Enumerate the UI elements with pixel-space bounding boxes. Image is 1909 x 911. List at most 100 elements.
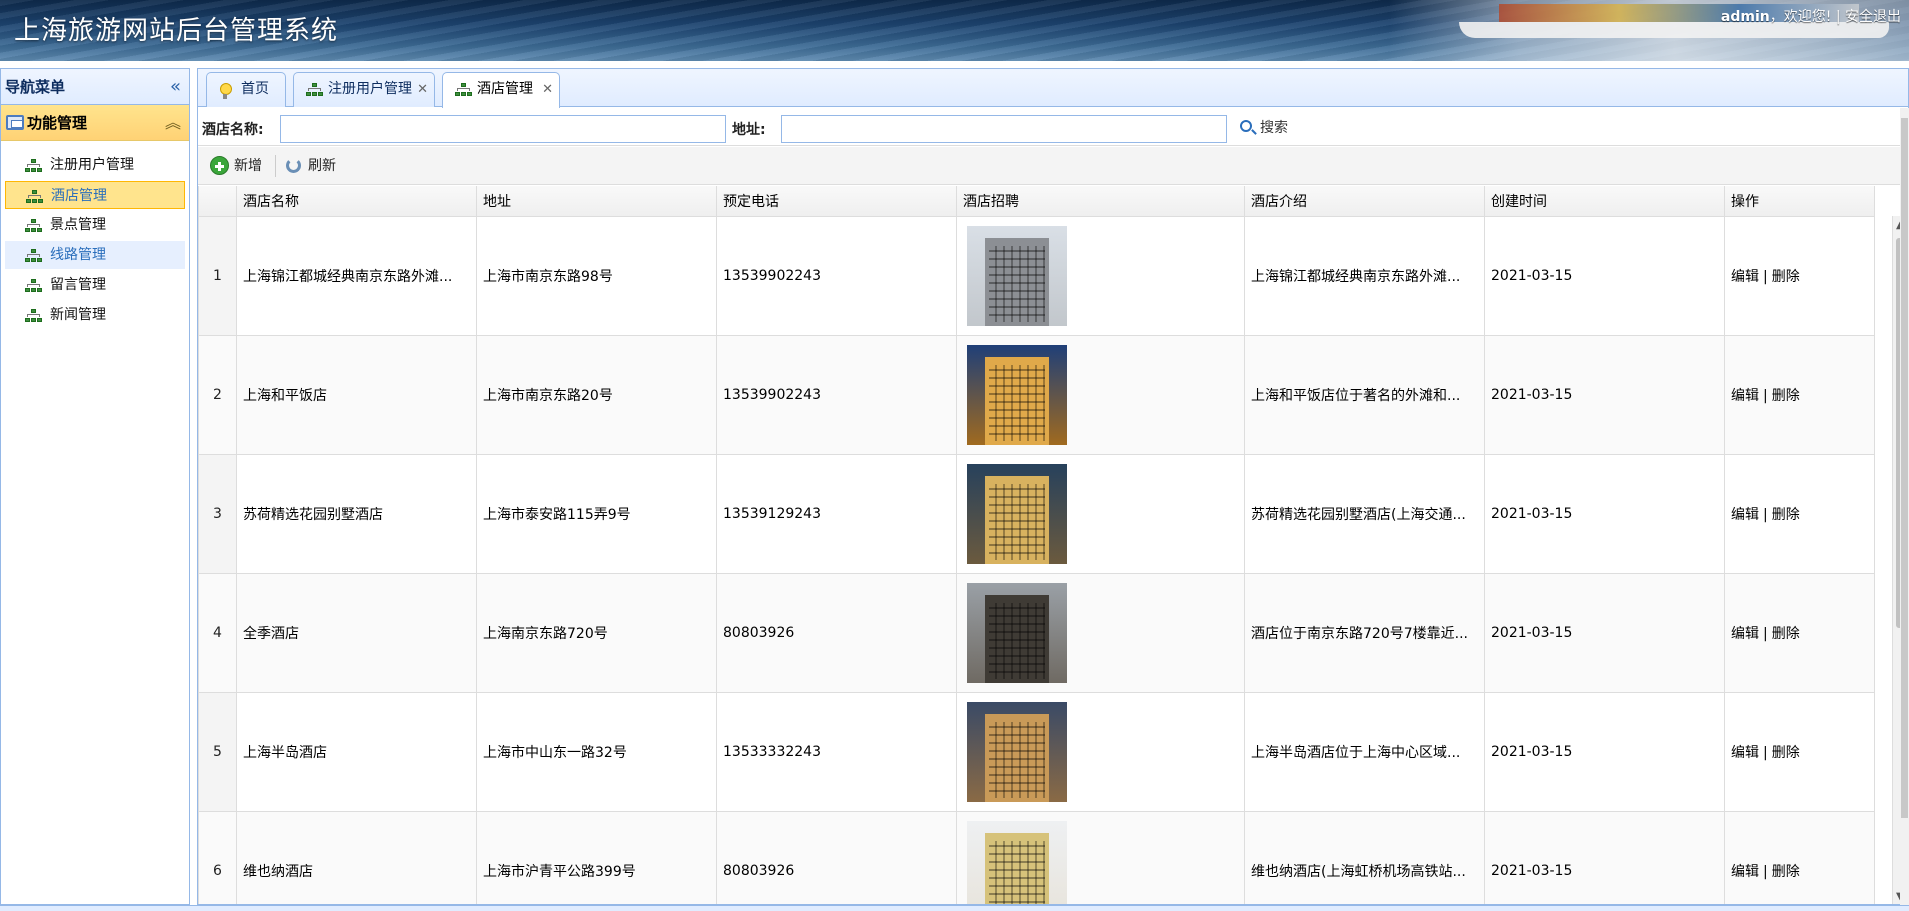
table-row[interactable]: 3 苏荷精选花园别墅酒店 上海市泰安路115弄9号 13539129243 苏荷精选花园… [198, 453, 1875, 574]
hotel-name-input[interactable] [280, 115, 726, 143]
column-header-actions[interactable]: 操作 [1724, 186, 1875, 217]
tab-home[interactable]: 首页 [206, 72, 286, 107]
window-group-icon [6, 115, 24, 130]
table-row[interactable]: 2 上海和平饭店 上海市南京东路20号 13539902243 上海和平饭店位于著名的外… [198, 334, 1875, 455]
hotel-name-cell: 上海半岛酒店 [236, 691, 477, 812]
header-banner: 上海旅游网站后台管理系统 admin，欢迎您! | 安全退出 [0, 0, 1909, 61]
address-input[interactable] [781, 115, 1227, 143]
sidebar-item-message[interactable]: 留言管理 [5, 271, 185, 299]
column-header-created[interactable]: 创建时间 [1484, 186, 1725, 217]
address-cell: 上海市南京东路98号 [476, 215, 717, 336]
tab-bar: 首页 注册用户管理 ✕ 酒店管理 ✕ [198, 69, 1908, 108]
sidebar: 导航菜单 « 功能管理 ︽ 注册用户管理酒店管理景点管理线路管理留言管理 新闻管理 [0, 68, 190, 905]
welcome-text: ，欢迎您! [1769, 9, 1832, 25]
created-cell: 2021-03-15 [1484, 215, 1725, 336]
hotel-photo [967, 582, 1067, 683]
column-header-address[interactable]: 地址 [476, 186, 717, 217]
lightbulb-icon [219, 83, 232, 99]
refresh-button-label: 刷新 [308, 158, 336, 174]
delete-link[interactable]: 删除 [1772, 507, 1800, 523]
header-divider: | [1835, 9, 1841, 25]
delete-link[interactable]: 删除 [1772, 626, 1800, 642]
actions-cell: 编辑 | 删除 [1724, 453, 1875, 574]
sidebar-item-news[interactable]: 新闻管理 [5, 301, 185, 329]
sidebar-item-user[interactable]: 注册用户管理 [5, 151, 185, 179]
actions-cell: 编辑 | 删除 [1724, 691, 1875, 812]
table-row[interactable]: 6 维也纳酒店 上海市沪青平公路399号 80803926 维也纳酒店(上海虹桥机场高铁… [198, 810, 1875, 904]
hotel-photo [967, 820, 1067, 904]
address-cell: 上海市中山东一路32号 [476, 691, 717, 812]
edit-link[interactable]: 编辑 [1731, 388, 1759, 404]
delete-link[interactable]: 删除 [1772, 864, 1800, 880]
address-cell: 上海市南京东路20号 [476, 334, 717, 455]
logout-link[interactable]: 安全退出 [1845, 9, 1901, 25]
action-divider: | [1763, 863, 1768, 880]
tab-hotel-management[interactable]: 酒店管理 ✕ [442, 72, 560, 108]
main-panel: 首页 注册用户管理 ✕ 酒店管理 ✕ 酒店名称: 地址: 搜索 新增 刷新 酒店… [197, 68, 1909, 905]
row-number: 4 [198, 572, 237, 693]
edit-link[interactable]: 编辑 [1731, 864, 1759, 880]
hotel-name-cell: 苏荷精选花园别墅酒店 [236, 453, 477, 574]
page-scrollbar-thumb[interactable] [1901, 118, 1908, 818]
delete-link[interactable]: 删除 [1772, 388, 1800, 404]
action-divider: | [1763, 625, 1768, 642]
tree-icon [455, 83, 473, 97]
address-cell: 上海市泰安路115弄9号 [476, 453, 717, 574]
table-row[interactable]: 1 上海锦江都城经典南京东路外滩... 上海市南京东路98号 13539902243 上… [198, 215, 1875, 336]
action-divider: | [1763, 506, 1768, 523]
row-number: 3 [198, 453, 237, 574]
close-icon[interactable]: ✕ [417, 73, 428, 106]
hotel-data-grid: 酒店名称 地址 预定电话 酒店招聘 酒店介绍 创建时间 操作 1 上海锦江都城经典… [198, 186, 1908, 904]
table-row[interactable]: 4 全季酒店 上海南京东路720号 80803926 酒店位于南京东路720号7楼靠近.… [198, 572, 1875, 693]
delete-link[interactable]: 删除 [1772, 745, 1800, 761]
search-button-label: 搜索 [1260, 120, 1288, 136]
double-chevron-left-icon[interactable]: « [170, 69, 181, 105]
column-header-phone[interactable]: 预定电话 [716, 186, 957, 217]
image-cell [956, 572, 1245, 693]
search-bar: 酒店名称: 地址: 搜索 [198, 108, 1908, 146]
sidebar-item-scenic[interactable]: 景点管理 [5, 211, 185, 239]
add-button-label: 新增 [234, 158, 262, 174]
image-cell [956, 810, 1245, 904]
row-number: 1 [198, 215, 237, 336]
add-button[interactable]: 新增 [208, 153, 268, 179]
address-cell: 上海南京东路720号 [476, 572, 717, 693]
double-chevron-up-icon[interactable]: ︽ [165, 105, 181, 141]
phone-cell: 13539902243 [716, 334, 957, 455]
refresh-button[interactable]: 刷新 [282, 153, 342, 179]
tree-icon [25, 309, 43, 323]
page-scrollbar[interactable] [1900, 108, 1909, 908]
edit-link[interactable]: 编辑 [1731, 745, 1759, 761]
sidebar-item-route[interactable]: 线路管理 [5, 241, 185, 269]
table-row[interactable]: 5 上海半岛酒店 上海市中山东一路32号 13533332243 上海半岛酒店位于上海中… [198, 691, 1875, 812]
tree-icon [26, 190, 44, 204]
sidebar-item-hotel[interactable]: 酒店管理 [5, 181, 185, 209]
hotel-name-cell: 上海锦江都城经典南京东路外滩... [236, 215, 477, 336]
phone-cell: 80803926 [716, 572, 957, 693]
sidebar-item-label: 线路管理 [50, 247, 106, 263]
tree-icon [25, 249, 43, 263]
tab-user-management[interactable]: 注册用户管理 ✕ [293, 72, 435, 107]
footer-strip [0, 905, 1909, 911]
edit-link[interactable]: 编辑 [1731, 269, 1759, 285]
tree-icon [25, 219, 43, 233]
row-number: 6 [198, 810, 237, 904]
column-header-image[interactable]: 酒店招聘 [956, 186, 1245, 217]
edit-link[interactable]: 编辑 [1731, 507, 1759, 523]
column-header-name[interactable]: 酒店名称 [236, 186, 477, 217]
close-icon[interactable]: ✕ [542, 73, 553, 106]
column-header-intro[interactable]: 酒店介绍 [1244, 186, 1485, 217]
search-button[interactable]: 搜索 [1238, 116, 1288, 140]
table-body: 1 上海锦江都城经典南京东路外滩... 上海市南京东路98号 13539902243 上… [198, 215, 1875, 904]
address-label: 地址: [732, 122, 766, 138]
menu-group-header[interactable]: 功能管理 ︽ [1, 105, 189, 141]
app-title: 上海旅游网站后台管理系统 [14, 16, 339, 46]
delete-link[interactable]: 删除 [1772, 269, 1800, 285]
phone-cell: 80803926 [716, 810, 957, 904]
header-user-area: admin，欢迎您! | 安全退出 [1721, 6, 1901, 26]
edit-link[interactable]: 编辑 [1731, 626, 1759, 642]
grid-toolbar: 新增 刷新 [198, 147, 1908, 185]
sidebar-header: 导航菜单 « [1, 69, 189, 105]
sidebar-item-label: 酒店管理 [51, 188, 107, 204]
sidebar-menu: 注册用户管理酒店管理景点管理线路管理留言管理 新闻管理 [1, 141, 189, 329]
